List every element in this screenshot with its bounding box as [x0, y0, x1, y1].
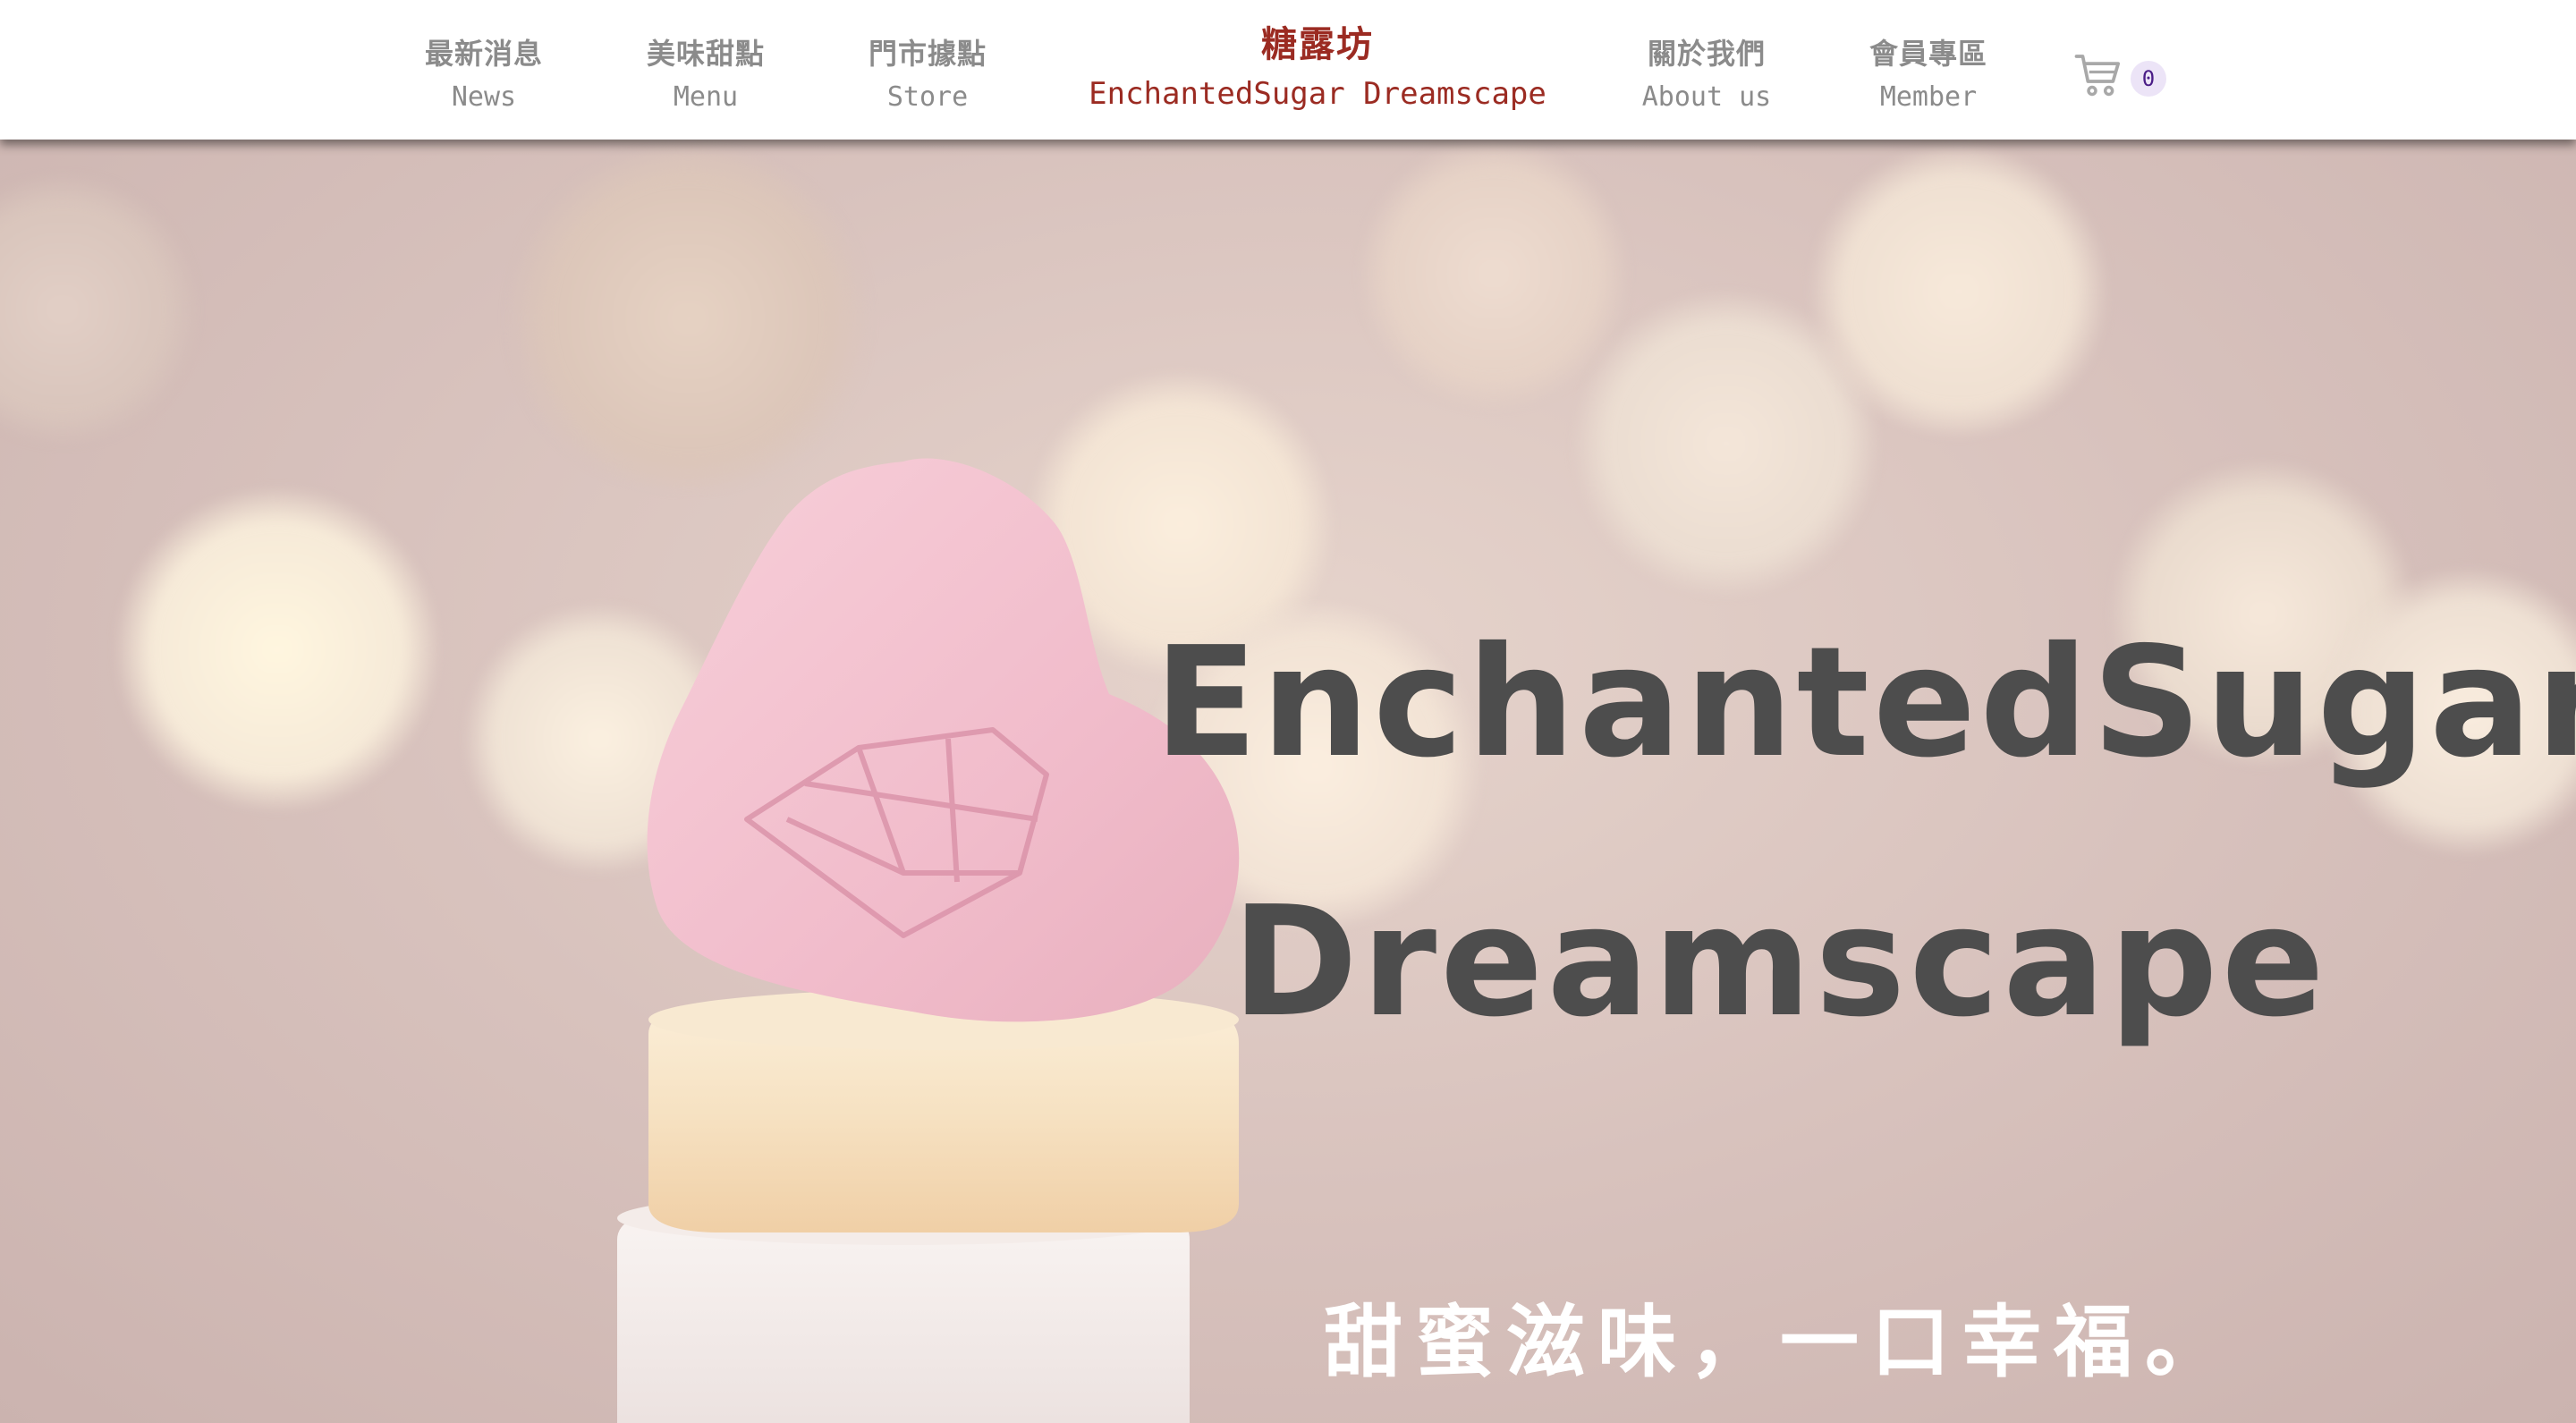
cart-button[interactable]: 0 [2073, 50, 2172, 104]
brand-logo-link[interactable]: 糖露坊 EnchantedSugar Dreamscape [1049, 20, 1586, 118]
nav-store-label-en: Store [886, 81, 969, 113]
nav-member-label-en: Member [1879, 81, 1978, 113]
top-navbar: 最新消息 News 美味甜點 Menu 門市據點 Store 糖露坊 Encha… [0, 0, 2576, 140]
brand-name-en: EnchantedSugar Dreamscape [1089, 76, 1546, 112]
cart-icon [2074, 55, 2121, 97]
nav-about-label-zh: 關於我們 [1647, 37, 1766, 71]
cart-count-badge: 0 [2131, 61, 2166, 97]
nav-link-news[interactable]: 最新消息 News [394, 32, 573, 120]
nav-news-label-en: News [451, 81, 517, 113]
nav-menu-label-zh: 美味甜點 [646, 37, 765, 71]
nav-news-label-zh: 最新消息 [424, 37, 543, 71]
nav-link-member[interactable]: 會員專區 Member [1839, 32, 2018, 120]
hero-title-line2: Dreamscape [1232, 874, 2328, 1051]
nav-member-label-zh: 會員專區 [1868, 37, 1987, 71]
brand-name-zh: 糖露坊 [1261, 24, 1374, 65]
nav-link-about[interactable]: 關於我們 About us [1617, 32, 1796, 120]
hero-banner: EnchantedSugar Dreamscape 甜蜜滋味，一口幸福。 [0, 140, 2576, 1423]
nav-link-menu[interactable]: 美味甜點 Menu [616, 32, 795, 120]
nav-menu-label-en: Menu [673, 81, 739, 113]
nav-store-label-zh: 門市據點 [868, 37, 987, 71]
hero-title-line1: EnchantedSugar [1154, 614, 2576, 792]
nav-about-label-en: About us [1641, 81, 1772, 113]
hero-tagline: 甜蜜滋味，一口幸福。 [1323, 1296, 2236, 1388]
nav-link-store[interactable]: 門市據點 Store [838, 32, 1017, 120]
